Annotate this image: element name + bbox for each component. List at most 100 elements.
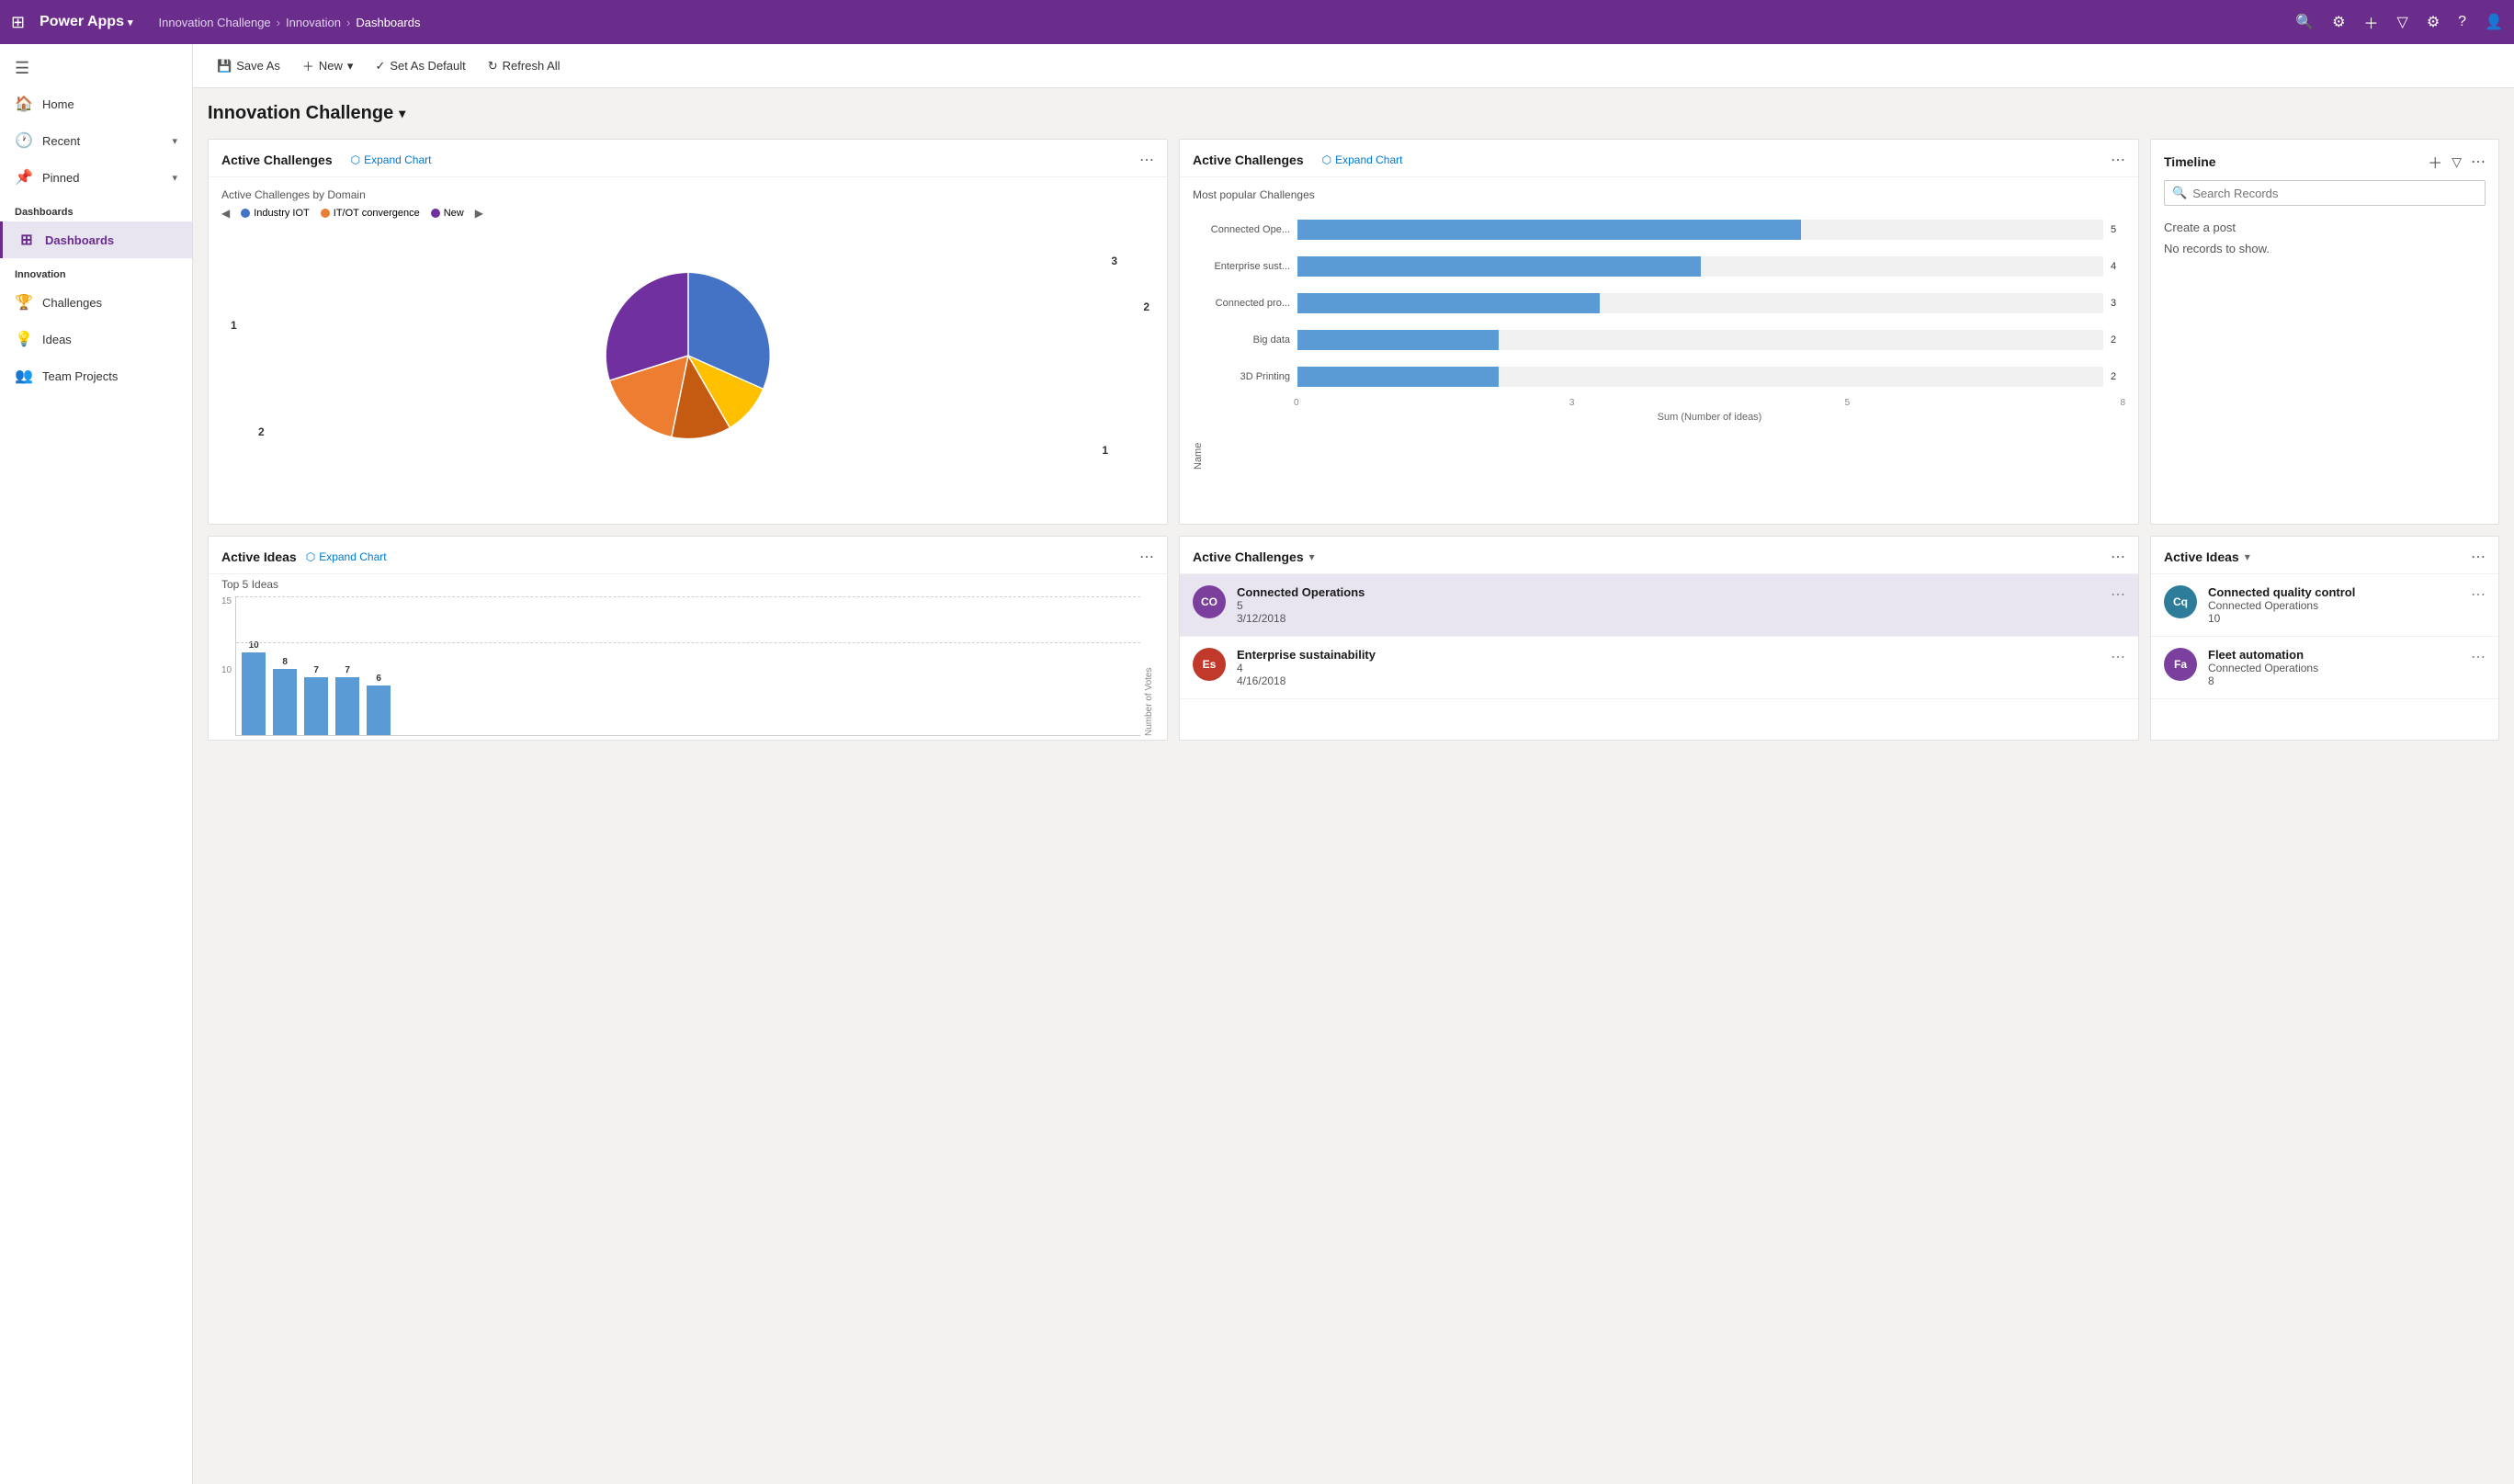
ideas-list-header: Active Ideas ▾ ⋯: [2151, 537, 2498, 574]
expand-icon: ⬡: [351, 153, 360, 166]
ideas-chart-wrap: 15 10 10: [209, 593, 1167, 740]
home-icon: 🏠: [15, 95, 33, 113]
sidebar-item-team-projects[interactable]: 👥 Team Projects: [0, 357, 192, 394]
pie-expand-chart[interactable]: ⬡ Expand Chart: [351, 153, 432, 166]
sidebar-item-recent[interactable]: 🕐 Recent ▾: [0, 122, 192, 159]
avatar-es: Es: [1193, 648, 1226, 681]
legend-next[interactable]: ▶: [475, 207, 483, 220]
bar-track-5: [1297, 367, 2103, 387]
bar-track-4: [1297, 330, 2103, 350]
challenges-list-chevron[interactable]: ▾: [1309, 550, 1315, 563]
bar-label-1: Connected Ope...: [1207, 224, 1290, 235]
new-button[interactable]: ＋ New ▾: [293, 52, 363, 79]
pie-label-1-right: 1: [1102, 444, 1108, 457]
dashboard-area: Innovation Challenge ▾ Active Challenges…: [193, 88, 2514, 1484]
expand-icon-2: ⬡: [1322, 153, 1331, 166]
search-records-input[interactable]: [2192, 187, 2477, 200]
team-projects-icon: 👥: [15, 367, 33, 385]
active-ideas-list-card: Active Ideas ▾ ⋯ Cq Connected quality co…: [2150, 536, 2499, 741]
bar-card-header: Active Challenges ⬡ Expand Chart ⋯: [1180, 140, 2138, 177]
ideas-list-title: Active Ideas: [2164, 549, 2239, 564]
v-bars-container: 10 8 7 7: [235, 596, 1140, 736]
challenge-list-item-1[interactable]: CO Connected Operations 5 3/12/2018 ⋯: [1180, 574, 2138, 637]
bar-label-2: Enterprise sust...: [1207, 261, 1290, 272]
legend-dot-purple: [431, 209, 440, 218]
idea-item-title-1: Connected quality control: [2208, 585, 2460, 599]
sidebar-item-dashboards[interactable]: ⊞ Dashboards: [0, 221, 192, 258]
pie-label-1-left: 1: [231, 319, 237, 332]
v-bar-group-5: 6: [367, 674, 391, 735]
idea-item-more-1[interactable]: ⋯: [2471, 585, 2486, 604]
sidebar-item-pinned[interactable]: 📌 Pinned ▾: [0, 159, 192, 196]
challenges-list-header: Active Challenges ▾ ⋯: [1180, 537, 2138, 574]
app-name[interactable]: Power Apps ▾: [40, 14, 132, 30]
idea-list-item-1[interactable]: Cq Connected quality control Connected O…: [2151, 574, 2498, 637]
sidebar-item-challenges[interactable]: 🏆 Challenges: [0, 284, 192, 321]
set-as-default-button[interactable]: ✓ Set As Default: [366, 54, 474, 78]
gear-icon[interactable]: ⚙: [2427, 13, 2440, 31]
pie-card-header: Active Challenges ⬡ Expand Chart ⋯: [209, 140, 1167, 177]
add-icon[interactable]: ＋: [2364, 11, 2379, 33]
timeline-card: Timeline ＋ ▽ ⋯ 🔍 Create a post No reco: [2150, 139, 2499, 525]
sidebar-item-home[interactable]: 🏠 Home: [0, 85, 192, 122]
timeline-add[interactable]: ＋: [2428, 151, 2442, 173]
timeline-filter[interactable]: ▽: [2452, 154, 2462, 170]
search-icon[interactable]: 🔍: [2295, 13, 2314, 31]
ideas-list-more[interactable]: ⋯: [2471, 548, 2486, 566]
challenge-item-more-2[interactable]: ⋯: [2111, 648, 2125, 666]
bar-chart-title: Most popular Challenges: [1193, 188, 2125, 201]
timeline-more[interactable]: ⋯: [2471, 153, 2486, 171]
bar-expand-chart[interactable]: ⬡ Expand Chart: [1322, 153, 1403, 166]
idea-item-sub1-2: Connected Operations: [2208, 662, 2460, 674]
active-ideas-expand[interactable]: ⬡ Expand Chart: [306, 550, 387, 563]
waffle-icon[interactable]: ⊞: [11, 13, 25, 32]
bar-row-4: Big data 2: [1207, 330, 2125, 350]
bar-fill-5: [1297, 367, 1499, 387]
pie-label-2-bottom: 2: [258, 425, 265, 438]
create-post: Create a post: [2164, 221, 2486, 234]
recent-chevron: ▾: [172, 135, 177, 147]
challenge-list-item-2[interactable]: Es Enterprise sustainability 4 4/16/2018…: [1180, 637, 2138, 699]
bar-fill-3: [1297, 293, 1600, 313]
sidebar-item-ideas[interactable]: 💡 Ideas: [0, 321, 192, 357]
legend-itot: IT/OT convergence: [321, 208, 420, 219]
no-records: No records to show.: [2164, 242, 2486, 255]
challenges-list-body: CO Connected Operations 5 3/12/2018 ⋯ Es: [1180, 574, 2138, 740]
bar-card-more[interactable]: ⋯: [2111, 151, 2125, 169]
challenge-item-sub2-1: 3/12/2018: [1237, 612, 2100, 625]
legend-prev[interactable]: ◀: [221, 207, 230, 220]
active-ideas-more[interactable]: ⋯: [1139, 548, 1154, 566]
sidebar-toggle[interactable]: ☰: [0, 51, 192, 85]
help-icon[interactable]: ?: [2458, 14, 2466, 30]
challenge-item-title-1: Connected Operations: [1237, 585, 2100, 599]
save-as-button[interactable]: 💾 Save As: [208, 54, 289, 78]
settings-icon[interactable]: ⚙: [2332, 13, 2345, 31]
top-nav: ⊞ Power Apps ▾ Innovation Challenge › In…: [0, 0, 2514, 44]
challenge-item-more-1[interactable]: ⋯: [2111, 585, 2125, 604]
top5-label: Top 5 Ideas: [209, 574, 1167, 593]
timeline-search[interactable]: 🔍: [2164, 180, 2486, 206]
v-bar-group-1: 10: [242, 640, 266, 735]
section-label-dashboards: Dashboards: [0, 196, 192, 221]
bar-row-2: Enterprise sust... 4: [1207, 256, 2125, 277]
challenges-list-more[interactable]: ⋯: [2111, 548, 2125, 566]
pie-card-body: Active Challenges by Domain ◀ Industry I…: [209, 177, 1167, 524]
idea-list-item-2[interactable]: Fa Fleet automation Connected Operations…: [2151, 637, 2498, 699]
idea-item-more-2[interactable]: ⋯: [2471, 648, 2486, 666]
filter-icon[interactable]: ▽: [2397, 13, 2408, 31]
pie-card-more[interactable]: ⋯: [1139, 151, 1154, 169]
top-card-row: Active Challenges ⬡ Expand Chart ⋯ Activ…: [208, 139, 2499, 525]
top-nav-actions: 🔍 ⚙ ＋ ▽ ⚙ ? 👤: [2295, 11, 2503, 33]
dashboard-title-chevron[interactable]: ▾: [399, 106, 405, 121]
refresh-all-button[interactable]: ↻ Refresh All: [479, 54, 570, 78]
v-bar-group-4: 7: [335, 665, 359, 735]
refresh-icon: ↻: [488, 59, 498, 74]
pie-chart-svg: [587, 255, 789, 457]
bar-row-1: Connected Ope... 5: [1207, 220, 2125, 240]
ideas-list-chevron[interactable]: ▾: [2245, 550, 2250, 563]
recent-icon: 🕐: [15, 131, 33, 150]
pie-label-3: 3: [1111, 255, 1117, 267]
user-icon[interactable]: 👤: [2485, 13, 2503, 31]
challenge-item-sub2-2: 4/16/2018: [1237, 674, 2100, 687]
bar-chart-content: Connected Ope... 5 Enterprise sust...: [1207, 212, 2125, 470]
